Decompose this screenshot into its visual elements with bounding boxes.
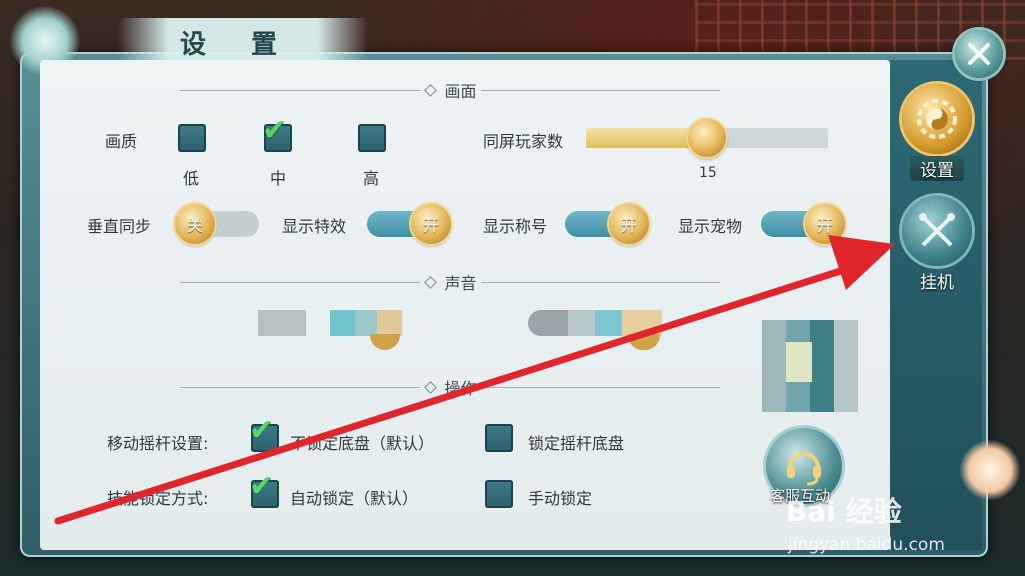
section-header-sound: 声音 xyxy=(180,272,721,293)
skill-manual-lock-label: 手动锁定 xyxy=(528,489,593,508)
quality-label: 画质 xyxy=(105,132,138,151)
sidebar-item-settings[interactable]: 设置 xyxy=(895,84,979,214)
headset-icon xyxy=(787,452,821,486)
watermark-logo: Bai 经验 xyxy=(786,495,902,528)
checkmark-icon: ✔ xyxy=(249,469,275,504)
section-title-sound: 声音 xyxy=(444,274,477,293)
pixelated-region xyxy=(786,342,812,382)
joystick-unlocked-checkbox[interactable]: ✔ xyxy=(249,416,279,452)
toggle-knob: 开 xyxy=(411,204,451,244)
vsync-toggle[interactable]: 关 xyxy=(175,204,259,244)
crossed-swords-icon xyxy=(902,196,972,266)
vsync-label: 垂直同步 xyxy=(87,217,152,236)
slider-handle[interactable] xyxy=(688,119,726,157)
section-title-controls: 操作 xyxy=(444,379,477,398)
sidebar-item-label: 挂机 xyxy=(920,273,954,293)
joystick-unlocked-label: 不锁定底盘（默认） xyxy=(290,434,435,453)
section-title-graphics: 画面 xyxy=(444,82,477,101)
toggle-knob: 开 xyxy=(805,204,845,244)
players-count-label: 同屏玩家数 xyxy=(483,132,564,151)
yin-yang-gear-icon xyxy=(902,84,972,154)
checkmark-icon: ✔ xyxy=(249,413,275,448)
skill-lock-label: 技能锁定方式: xyxy=(107,489,209,508)
players-count-value: 15 xyxy=(699,165,717,181)
titles-label: 显示称号 xyxy=(483,217,548,236)
close-button[interactable] xyxy=(955,30,1003,78)
toggle-knob: 关 xyxy=(175,204,215,244)
quality-mid-label: 中 xyxy=(270,169,287,188)
quality-high-label: 高 xyxy=(363,169,380,188)
quality-low-label: 低 xyxy=(183,169,200,188)
toggle-knob: 开 xyxy=(609,204,649,244)
pixelated-region xyxy=(330,310,402,336)
section-header-graphics: 画面 xyxy=(180,80,721,101)
sidebar-item-afk[interactable]: 挂机 xyxy=(895,196,979,326)
close-icon xyxy=(968,43,990,65)
pets-label: 显示宠物 xyxy=(678,217,743,236)
quality-high-checkbox[interactable] xyxy=(358,124,386,152)
pixelated-region xyxy=(528,310,662,336)
sidebar-item-label: 设置 xyxy=(910,156,964,181)
joystick-setting-label: 移动摇杆设置: xyxy=(107,434,209,453)
section-header-controls: 操作 xyxy=(180,377,721,398)
effects-toggle[interactable]: 开 xyxy=(367,204,451,244)
skill-auto-lock-label: 自动锁定（默认） xyxy=(290,489,419,508)
pixelated-region xyxy=(258,310,306,336)
quality-mid-checkbox[interactable]: ✔ xyxy=(262,116,292,152)
skill-manual-lock-checkbox[interactable] xyxy=(485,480,513,508)
joystick-locked-checkbox[interactable] xyxy=(485,424,513,452)
joystick-locked-label: 锁定摇杆底盘 xyxy=(528,434,625,453)
checkmark-icon: ✔ xyxy=(262,113,288,148)
window-title: 设 置 xyxy=(180,30,296,60)
pets-toggle[interactable]: 开 xyxy=(761,204,845,244)
watermark-url: jingyan.baidu.com xyxy=(788,535,945,555)
quality-low-checkbox[interactable] xyxy=(178,124,206,152)
lotus-ornament xyxy=(960,440,1020,500)
effects-label: 显示特效 xyxy=(282,217,347,236)
skill-auto-lock-checkbox[interactable]: ✔ xyxy=(249,472,279,508)
titles-toggle[interactable]: 开 xyxy=(565,204,649,244)
